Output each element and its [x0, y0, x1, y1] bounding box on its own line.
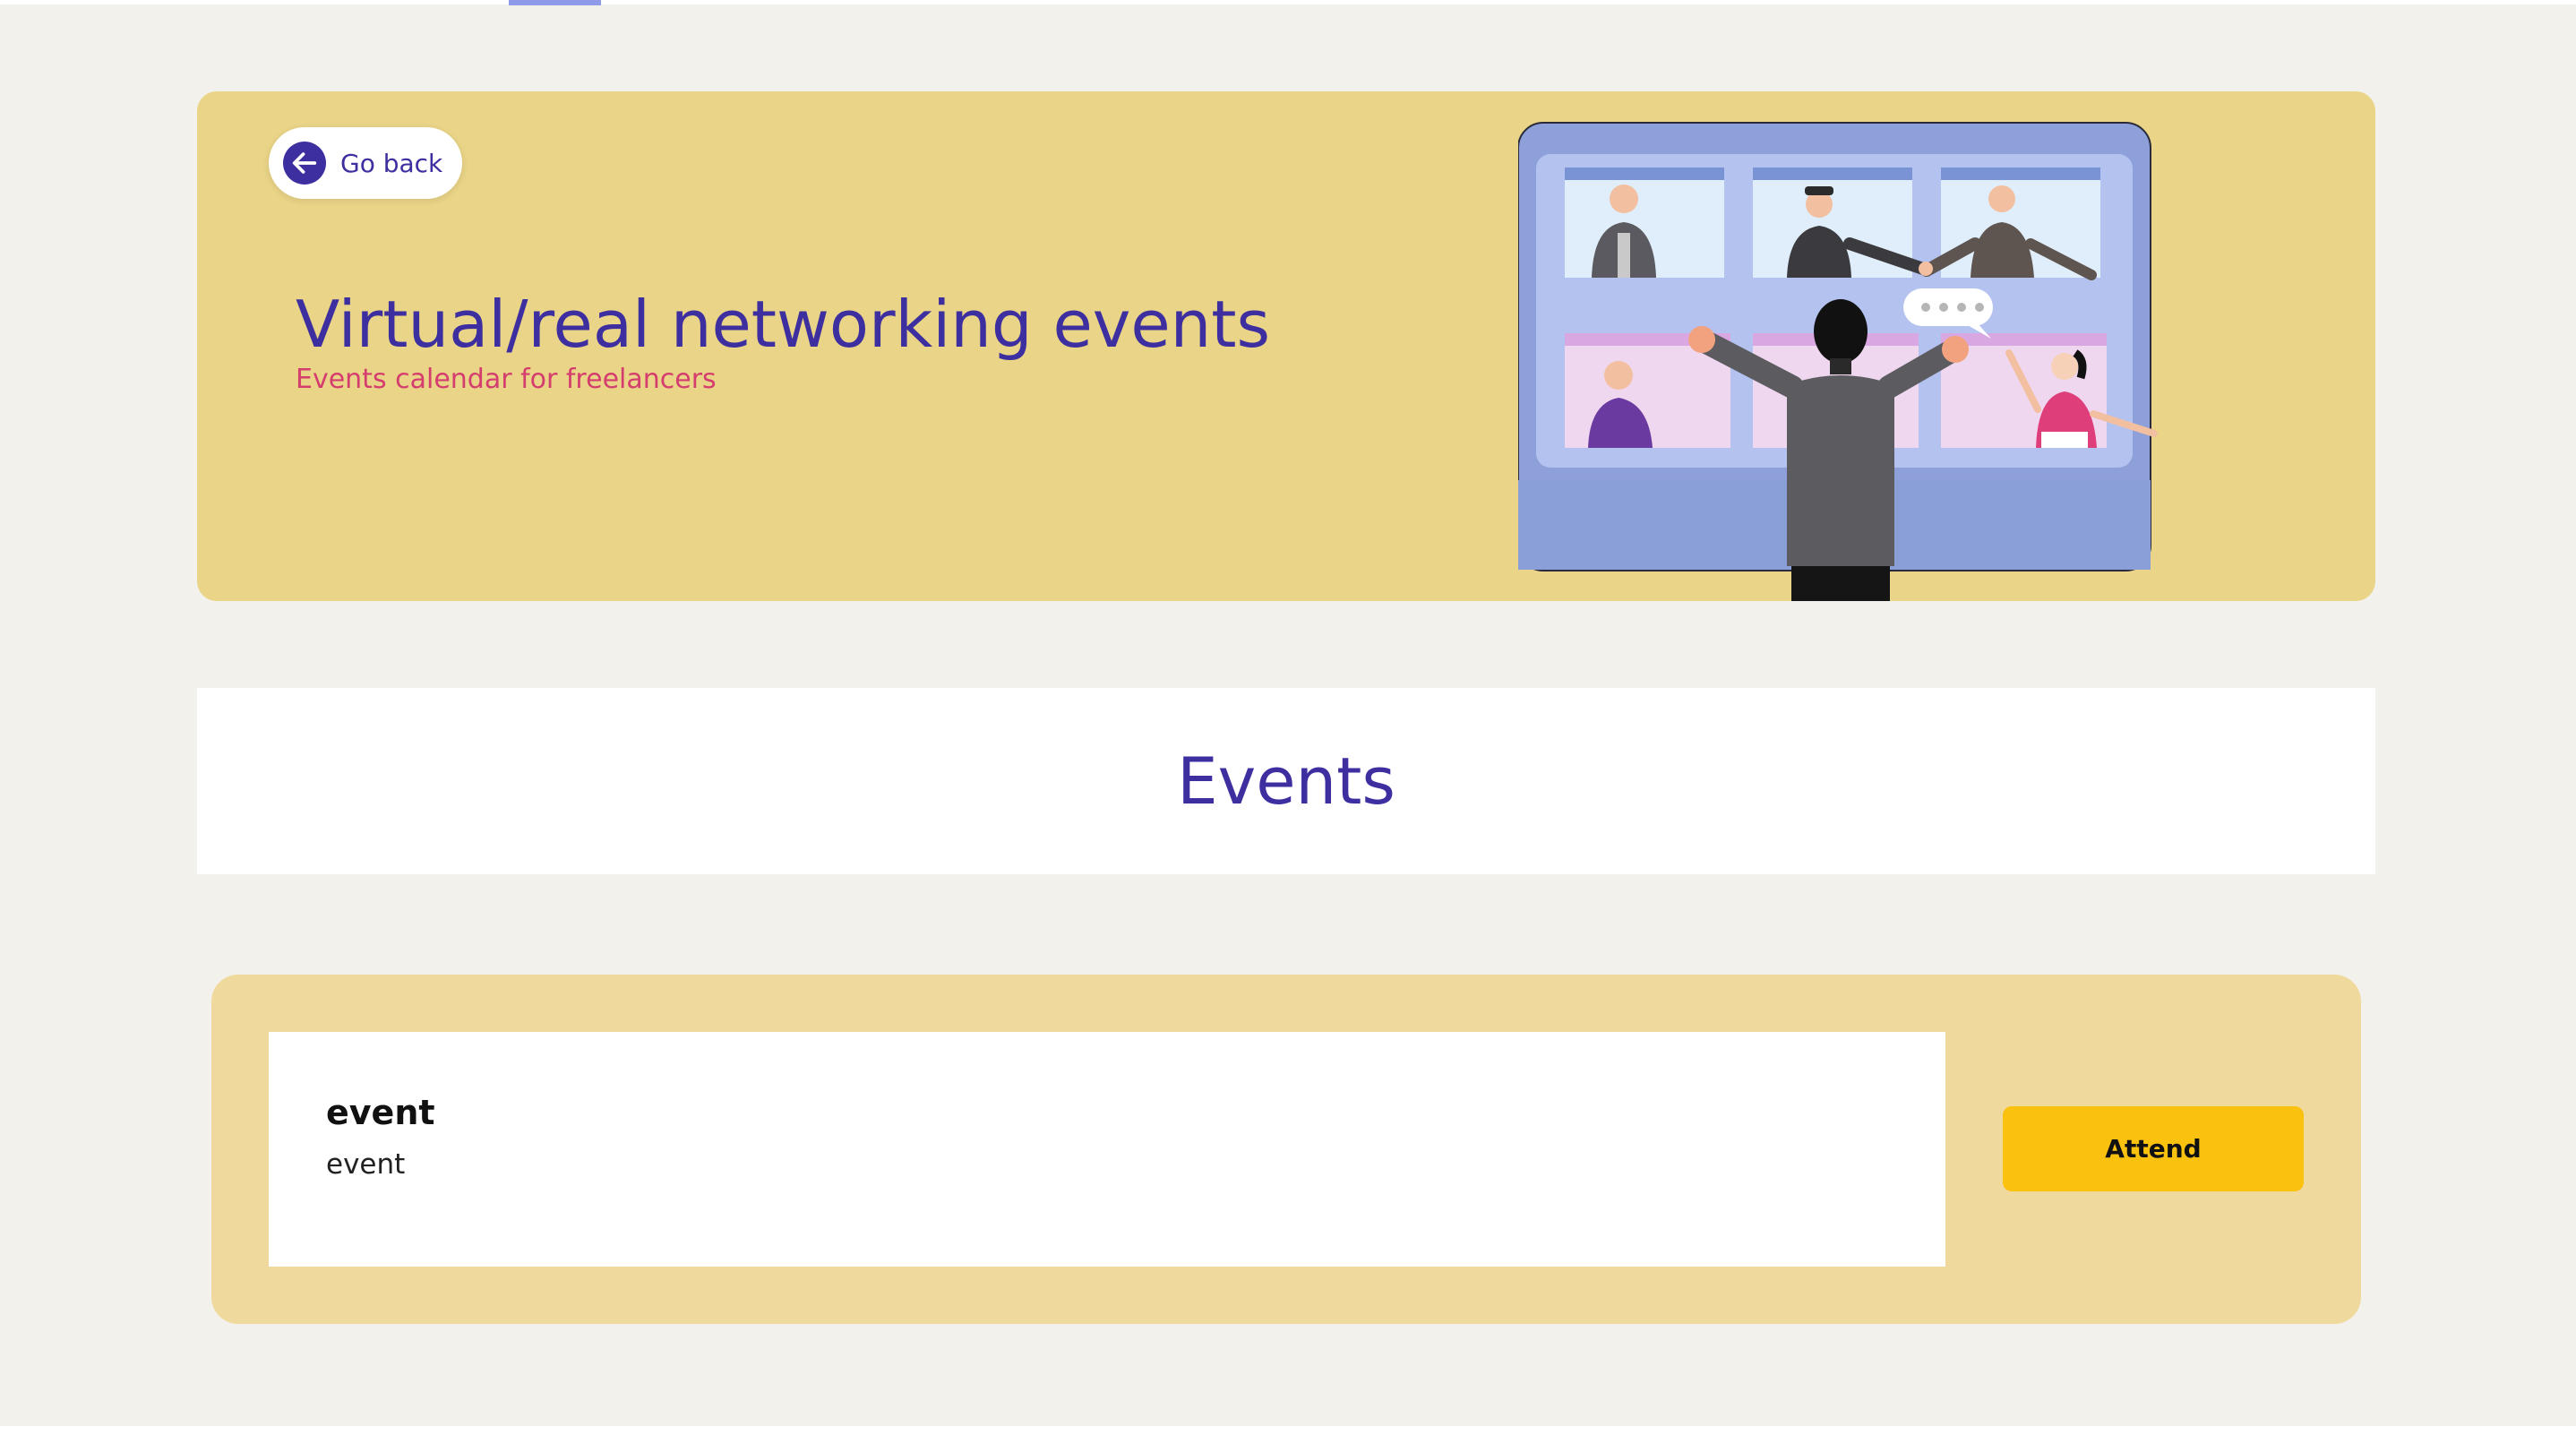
event-title: event — [326, 1093, 435, 1132]
page-subtitle: Events calendar for freelancers — [296, 364, 717, 395]
bottom-border — [0, 1426, 2576, 1435]
events-section-header: Events — [197, 688, 2375, 874]
page-title: Virtual/real networking events — [296, 287, 1271, 362]
events-heading: Events — [1177, 743, 1395, 819]
go-back-button[interactable]: Go back — [269, 127, 462, 199]
go-back-label: Go back — [340, 148, 443, 178]
event-description: event — [326, 1148, 406, 1181]
arrow-left-icon — [283, 142, 326, 185]
hero-banner: Go back Virtual/real networking events E… — [197, 91, 2375, 601]
top-border — [0, 0, 2576, 4]
networking-illustration — [1518, 122, 2158, 601]
event-details: event event — [269, 1032, 1945, 1267]
event-card: event event Attend — [211, 975, 2361, 1324]
active-tab-indicator — [509, 0, 601, 5]
attend-button[interactable]: Attend — [2003, 1106, 2304, 1191]
